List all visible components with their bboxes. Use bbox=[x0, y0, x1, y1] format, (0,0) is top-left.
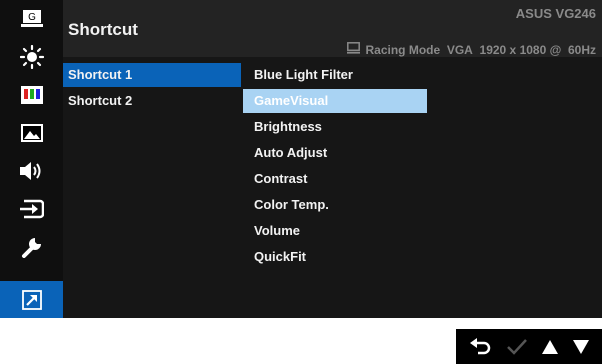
function-list-panel: Blue Light Filter GameVisual Brightness … bbox=[241, 57, 427, 318]
function-item-volume[interactable]: Volume bbox=[243, 219, 427, 243]
rail-item-input-select[interactable] bbox=[0, 190, 63, 228]
mode-text: Racing Mode bbox=[365, 42, 441, 57]
shortcut-list-panel: Shortcut 1 Shortcut 2 bbox=[63, 57, 241, 318]
input-select-icon bbox=[19, 199, 44, 219]
osd-header: Shortcut ASUS VG246 Racing Mode VGA 1920… bbox=[63, 0, 602, 57]
back-icon[interactable] bbox=[469, 337, 493, 357]
function-item-brightness[interactable]: Brightness bbox=[243, 115, 427, 139]
function-item-quickfit[interactable]: QuickFit bbox=[243, 245, 427, 269]
rail-item-shortcut[interactable] bbox=[0, 281, 63, 318]
shortcut-2-item[interactable]: Shortcut 2 bbox=[63, 89, 241, 113]
color-icon bbox=[20, 86, 43, 104]
rail-item-color[interactable] bbox=[0, 76, 63, 114]
function-item-contrast[interactable]: Contrast bbox=[243, 167, 427, 191]
empty-value-panel bbox=[427, 57, 602, 318]
shortcut-icon bbox=[21, 289, 42, 310]
svg-text:G: G bbox=[28, 12, 36, 23]
osd-menu: G Shortcut ASUS VG246 Racing Mode VGA 19… bbox=[0, 0, 602, 318]
confirm-icon[interactable] bbox=[506, 338, 528, 356]
up-icon[interactable] bbox=[541, 339, 559, 355]
function-item-blue-light-filter[interactable]: Blue Light Filter bbox=[243, 63, 427, 87]
refresh-text: 60Hz bbox=[567, 42, 596, 57]
shortcut-1-item[interactable]: Shortcut 1 bbox=[63, 63, 241, 87]
rail-item-blue-light[interactable] bbox=[0, 38, 63, 76]
monitor-model: ASUS VG246 bbox=[515, 6, 596, 21]
navigation-keys bbox=[456, 329, 602, 364]
rail-item-gamevisual[interactable]: G bbox=[0, 0, 63, 38]
input-text: VGA bbox=[446, 42, 473, 57]
menu-icon-rail: G bbox=[0, 0, 63, 318]
function-item-color-temp[interactable]: Color Temp. bbox=[243, 193, 427, 217]
sound-icon bbox=[19, 161, 44, 181]
gamevisual-icon: G bbox=[20, 9, 43, 29]
page-title: Shortcut bbox=[68, 20, 138, 39]
blue-light-filter-icon bbox=[19, 45, 44, 69]
rail-item-sound[interactable] bbox=[0, 152, 63, 190]
function-item-gamevisual[interactable]: GameVisual bbox=[243, 89, 427, 113]
down-icon[interactable] bbox=[572, 339, 590, 355]
function-item-auto-adjust[interactable]: Auto Adjust bbox=[243, 141, 427, 165]
resolution-text: 1920 x 1080 @ bbox=[479, 42, 562, 57]
rail-item-system-setup[interactable] bbox=[0, 228, 63, 266]
image-icon bbox=[20, 124, 43, 142]
rail-item-image[interactable] bbox=[0, 114, 63, 152]
system-setup-icon bbox=[21, 236, 43, 258]
